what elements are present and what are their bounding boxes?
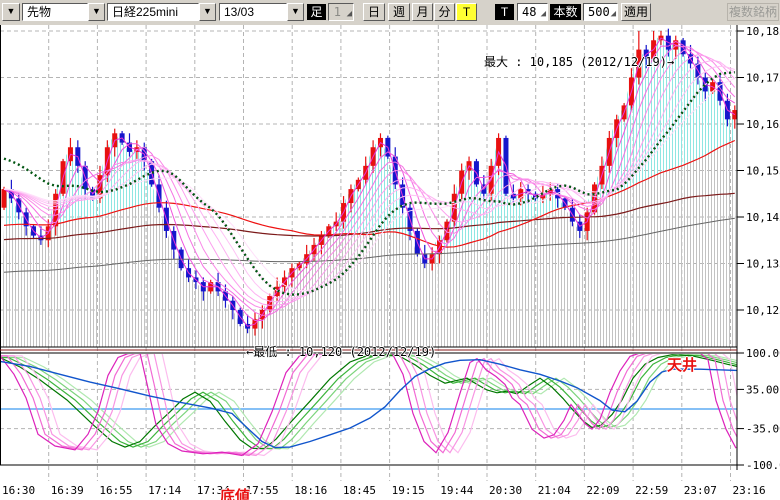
svg-text:17:14: 17:14	[148, 484, 181, 497]
interval-spinner[interactable]: 1 ◢	[328, 3, 354, 21]
oscillator-lines	[0, 353, 760, 456]
svg-text:18:16: 18:16	[294, 484, 327, 497]
svg-text:10,125: 10,125	[746, 304, 780, 317]
svg-text:18:45: 18:45	[343, 484, 376, 497]
svg-text:10,185: 10,185	[746, 25, 780, 38]
spin-icon[interactable]: ◢	[611, 10, 616, 19]
max-price-annotation: 最大 : 10,185 (2012/12/19)→	[484, 53, 674, 70]
svg-text:10,145: 10,145	[746, 211, 780, 224]
svg-text:16:39: 16:39	[51, 484, 84, 497]
symbol-select[interactable]: 日経225mini	[107, 3, 199, 21]
svg-text:22:09: 22:09	[586, 484, 619, 497]
svg-text:17:55: 17:55	[246, 484, 279, 497]
period-week-button[interactable]: 週	[388, 3, 410, 21]
svg-text:19:15: 19:15	[392, 484, 425, 497]
svg-text:22:59: 22:59	[635, 484, 668, 497]
chart-area[interactable]: 10,185 10,175 10,165 10,155 10,145 10,135 10,1…	[0, 25, 780, 500]
period-month-button[interactable]: 月	[412, 3, 433, 21]
svg-text:23:16: 23:16	[733, 484, 766, 497]
contract-dropdown-icon[interactable]: ▼	[287, 3, 304, 21]
svg-text:35.00: 35.00	[746, 383, 779, 396]
period-minute-button[interactable]: 分	[434, 3, 455, 21]
bar-count-spinner[interactable]: 500 ◢	[583, 3, 618, 21]
svg-text:19:44: 19:44	[440, 484, 473, 497]
spin-icon[interactable]: ◢	[541, 10, 546, 19]
svg-text:10,135: 10,135	[746, 258, 780, 271]
contract-month-select[interactable]: 13/03	[219, 3, 287, 21]
apply-button[interactable]: 適用	[621, 3, 651, 21]
ceiling-annotation: 天井	[667, 354, 697, 375]
svg-text:20:30: 20:30	[489, 484, 522, 497]
period-day-button[interactable]: 日	[363, 3, 385, 21]
svg-text:10,165: 10,165	[746, 118, 780, 131]
category-dropdown-icon[interactable]: ▼	[88, 3, 105, 21]
svg-text:16:55: 16:55	[99, 484, 132, 497]
svg-text:10,175: 10,175	[746, 72, 780, 85]
svg-text:-100.00: -100.00	[746, 459, 780, 472]
spin-icon[interactable]: ◢	[347, 10, 352, 19]
tick-count-spinner[interactable]: 48 ◢	[517, 3, 548, 21]
svg-text:23:07: 23:07	[684, 484, 717, 497]
svg-text:16:30: 16:30	[2, 484, 35, 497]
category-select[interactable]: 先物	[22, 3, 88, 21]
svg-text:-35.00: -35.00	[746, 423, 780, 436]
tick-label: T	[495, 4, 514, 20]
svg-text:21:04: 21:04	[538, 484, 571, 497]
bar-count-label: 本数	[550, 4, 581, 20]
chart-application-window: ▼ 先物 ▼ 日経225mini ▼ 13/03 ▼ 足 1 ◢ 日 週 月 分…	[0, 0, 780, 500]
price-oscillator-chart[interactable]: 10,185 10,175 10,165 10,155 10,145 10,135 10,1…	[0, 25, 780, 500]
svg-text:100.00: 100.00	[746, 347, 780, 360]
ashi-label: 足	[307, 4, 326, 20]
menu-dropdown-button[interactable]: ▼	[2, 3, 20, 21]
min-price-annotation: ←最低 : 10,120 (2012/12/19)	[246, 343, 436, 360]
multi-symbol-button: 複数銘柄	[727, 3, 779, 21]
symbol-dropdown-icon[interactable]: ▼	[199, 3, 216, 21]
svg-text:10,155: 10,155	[746, 165, 780, 178]
bottom-annotation: 底値	[220, 485, 250, 500]
toolbar: ▼ 先物 ▼ 日経225mini ▼ 13/03 ▼ 足 1 ◢ 日 週 月 分…	[0, 0, 780, 25]
tick-chart-toggle-button[interactable]: T	[456, 3, 477, 21]
